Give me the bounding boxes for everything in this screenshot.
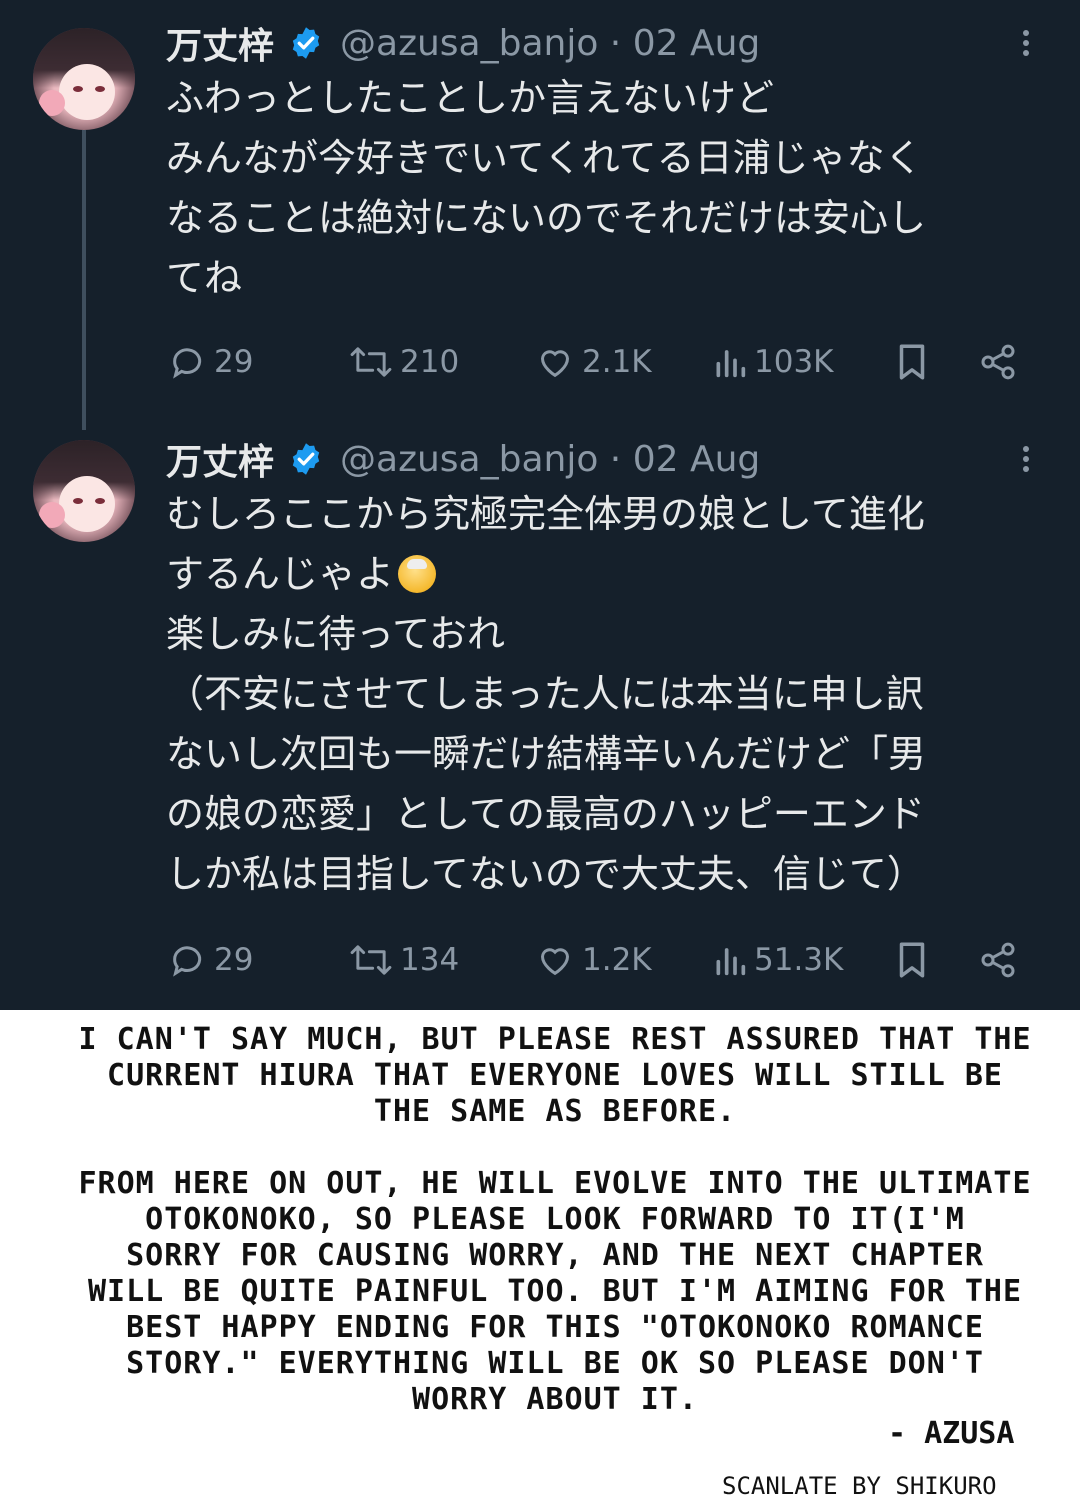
tweet-text-line: するんじゃよ [166, 552, 395, 596]
tweet-actions: 29 210 2.1K 103K [166, 338, 1046, 386]
thread-connector-line [82, 130, 86, 430]
translation-line: will be quite painful too. But I'm aimin… [87, 1274, 1022, 1309]
views-bar-chart-icon [716, 350, 746, 378]
reply-icon [173, 348, 202, 379]
retweet-icon [350, 945, 392, 975]
reply-count: 29 [214, 942, 254, 978]
tweet-body: むしろここから究極完全体男の娘として進化 するんじゃよ 楽しみに待っておれ （不… [166, 484, 1066, 904]
tweet-body: ふわっとしたことしか言えないけど みんなが今好きでいてくれてる日浦じゃなく なる… [166, 68, 1066, 308]
views-bar-chart-icon [716, 948, 746, 976]
more-options-icon[interactable] [1014, 26, 1038, 66]
retweet-button[interactable]: 210 [348, 338, 459, 386]
translation-line: story." Everything will be ok so please … [126, 1346, 984, 1381]
reply-icon [173, 946, 202, 977]
retweet-button[interactable]: 134 [348, 936, 459, 984]
scanlation-credit: Scanlate by Shikuro [722, 1472, 997, 1500]
like-button[interactable]: 2.1K [534, 338, 652, 386]
tweet-text-line: の娘の恋愛」としての最高のハッピーエンド [166, 792, 925, 836]
tweet-text-line: ないし次回も一瞬だけ結構辛いんだけど「男 [166, 732, 927, 776]
share-button[interactable] [978, 936, 1018, 984]
views-button[interactable]: 103K [712, 338, 834, 386]
more-options-icon[interactable] [1014, 442, 1038, 482]
bookmark-button[interactable] [894, 338, 930, 386]
retweet-icon [350, 347, 392, 377]
share-icon [981, 942, 1015, 978]
tweet-text-line: （不安にさせてしまった人には本当に申し訳 [166, 672, 924, 716]
avatar[interactable] [33, 28, 135, 130]
avatar[interactable] [33, 440, 135, 542]
share-button[interactable] [978, 338, 1018, 386]
view-count: 51.3K [754, 942, 844, 978]
author-name[interactable]: 万丈梓 [166, 433, 274, 485]
tweet-actions: 29 134 1.2K 51.3K [166, 936, 1046, 984]
like-button[interactable]: 1.2K [534, 936, 652, 984]
translation-line: current Hiura that everyone loves will s… [107, 1058, 1003, 1093]
view-count: 103K [754, 344, 834, 380]
retweet-count: 134 [400, 942, 460, 978]
tweet-text-line: しか私は目指してないので大丈夫、信じて） [166, 852, 925, 896]
author-name[interactable]: 万丈梓 [166, 17, 274, 69]
like-count: 2.1K [582, 344, 652, 380]
translation-line: sorry for causing worry, and the next ch… [126, 1238, 984, 1273]
reply-count: 29 [214, 344, 254, 380]
tweet-text-line: てね [166, 256, 243, 300]
heart-icon [540, 948, 570, 976]
tweet-header: 万丈梓 @azusa_banjo · 02 Aug [166, 17, 760, 69]
bookmark-icon [899, 942, 925, 978]
bookmark-button[interactable] [894, 936, 930, 984]
translation-line: otokonoko, so please look forward to it(… [145, 1202, 965, 1237]
tweet-text-line: なることは絶対にないのでそれだけは安心し [166, 196, 927, 240]
older-man-emoji-icon [398, 555, 437, 593]
reply-button[interactable]: 29 [168, 936, 253, 984]
translation-paragraph-1: I can't say much, but please rest assure… [30, 1022, 1080, 1130]
translation-line: I can't say much, but please rest assure… [78, 1022, 1032, 1057]
verified-badge-icon [292, 443, 320, 475]
translation-line: best happy ending for this "otokonoko ro… [126, 1310, 984, 1345]
heart-icon [540, 350, 570, 378]
like-count: 1.2K [582, 942, 652, 978]
translation-paragraph-2: From here on out, he will evolve into th… [30, 1166, 1080, 1418]
share-icon [981, 344, 1015, 380]
tweet-text-line: ふわっとしたことしか言えないけど [166, 76, 775, 120]
translation-line: the same as before. [373, 1094, 737, 1129]
tweet-thread: 万丈梓 @azusa_banjo · 02 Aug ふわっとしたことしか言えない… [0, 0, 1080, 1010]
author-handle-and-date[interactable]: @azusa_banjo · 02 Aug [340, 439, 760, 480]
author-handle-and-date[interactable]: @azusa_banjo · 02 Aug [340, 23, 760, 64]
retweet-count: 210 [400, 344, 460, 380]
tweet-text-line: みんなが今好きでいてくれてる日浦じゃなく [166, 136, 923, 180]
translation-signature: - Azusa [888, 1416, 1015, 1451]
tweet-text-line: 楽しみに待っておれ [166, 612, 505, 656]
bookmark-icon [899, 344, 925, 380]
tweet-text-line: むしろここから究極完全体男の娘として進化 [166, 492, 925, 536]
tweet-header: 万丈梓 @azusa_banjo · 02 Aug [166, 433, 760, 485]
translation-line: worry about it. [412, 1382, 698, 1417]
verified-badge-icon [292, 27, 320, 59]
reply-button[interactable]: 29 [168, 338, 253, 386]
views-button[interactable]: 51.3K [712, 936, 843, 984]
translation-line: From here on out, he will evolve into th… [78, 1166, 1032, 1201]
